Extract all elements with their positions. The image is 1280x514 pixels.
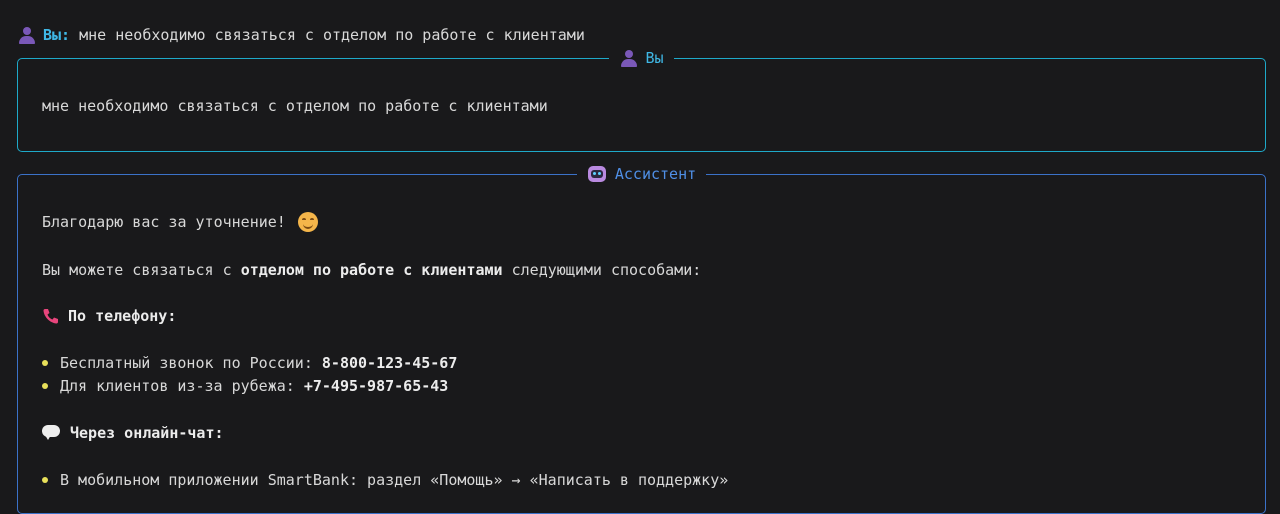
thanks-line: Благодарю вас за уточнение! <box>42 211 318 233</box>
phone-item-label: Для клиентов из-за рубежа: <box>60 377 304 395</box>
assistant-panel-title-text: Ассистент <box>614 165 697 183</box>
user-panel-title: Вы <box>18 47 1265 69</box>
prompt-label: Вы: <box>43 26 71 44</box>
speech-bubble-icon <box>42 425 62 441</box>
bullet <box>42 360 48 366</box>
phone-heading-text: По телефону: <box>68 307 177 325</box>
assistant-message-panel: Ассистент Благодарю вас за уточнение! Вы… <box>17 163 1266 514</box>
bullet <box>42 477 48 483</box>
phone-item-value: +7-495-987-65-43 <box>303 377 449 395</box>
phone-heading: По телефону: <box>42 305 176 327</box>
phone-item-label: Бесплатный звонок по России: <box>60 354 322 372</box>
bullet <box>42 383 48 389</box>
user-panel-title-text: Вы <box>645 49 664 67</box>
thanks-text: Благодарю вас за уточнение! <box>42 213 286 231</box>
prompt-text: мне необходимо связаться с отделом по ра… <box>70 26 585 44</box>
intro-bold: отделом по работе с клиентами <box>240 261 503 279</box>
smile-emoji-icon <box>297 212 318 232</box>
intro-pre: Вы можете связаться с <box>42 261 241 279</box>
user-message-panel: Вы мне необходимо связаться с отделом по… <box>17 47 1266 152</box>
chat-heading: Через онлайн-чат: <box>42 422 224 444</box>
prompt-line: Вы: мне необходимо связаться с отделом п… <box>17 24 585 46</box>
list-item: Бесплатный звонок по России: 8-800-123-4… <box>28 352 457 374</box>
chat-item-text: В мобильном приложении SmartBank: раздел… <box>60 471 729 489</box>
user-message-text: мне необходимо связаться с отделом по ра… <box>42 97 548 115</box>
intro-line: Вы можете связаться с отделом по работе … <box>42 259 701 281</box>
user-icon <box>17 25 37 45</box>
robot-icon <box>587 164 607 184</box>
list-item: В мобильном приложении SmartBank: раздел… <box>28 469 728 491</box>
chat-heading-text: Через онлайн-чат: <box>70 424 224 442</box>
list-item: Для клиентов из-за рубежа: +7-495-987-65… <box>28 375 448 397</box>
user-icon <box>619 48 639 68</box>
intro-post: следующими способами: <box>502 261 702 279</box>
phone-icon <box>43 309 58 324</box>
phone-item-value: 8-800-123-45-67 <box>321 354 458 372</box>
assistant-panel-title: Ассистент <box>18 163 1265 185</box>
